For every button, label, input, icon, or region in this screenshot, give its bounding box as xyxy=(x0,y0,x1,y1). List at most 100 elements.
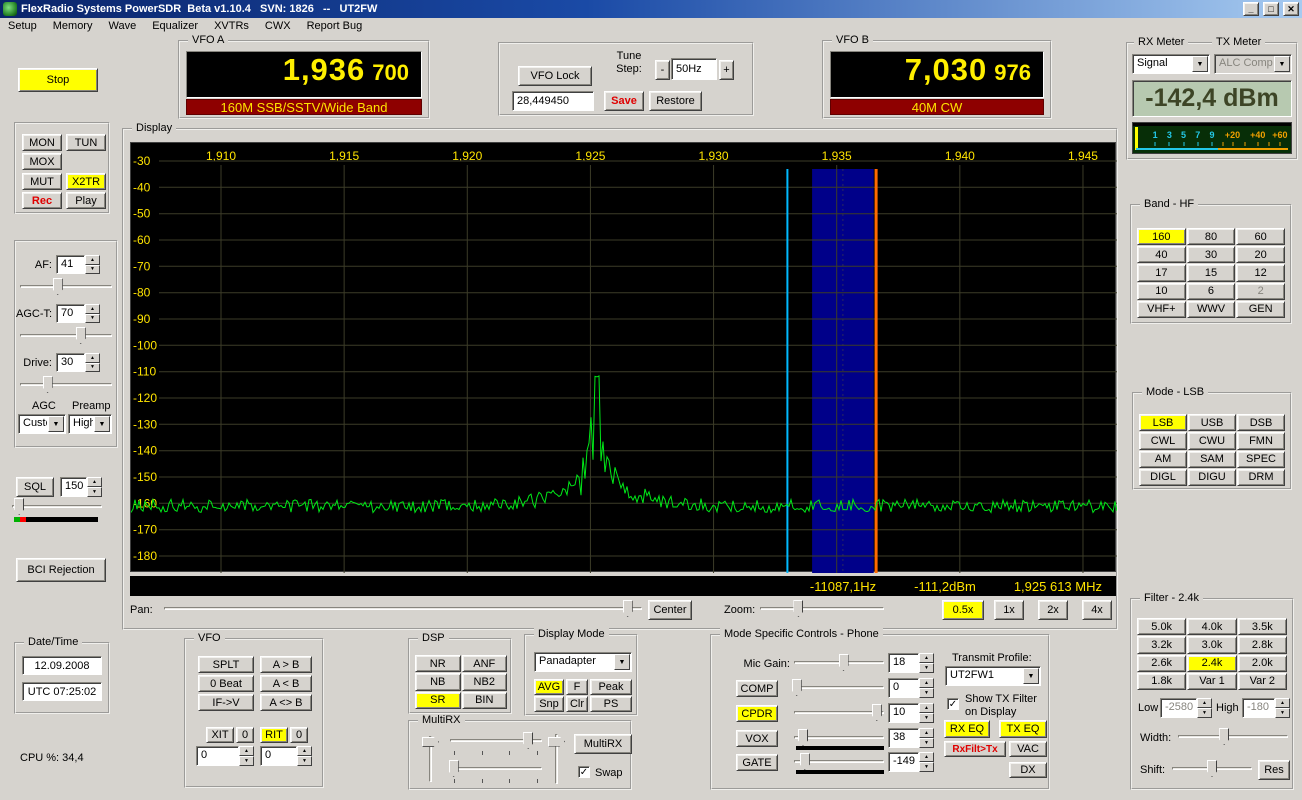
rxfilt-to-tx-button[interactable]: RxFilt>Tx xyxy=(944,741,1006,757)
mode-spec-button[interactable]: SPEC xyxy=(1237,450,1285,468)
chevron-down-icon[interactable]: ▼ xyxy=(1192,56,1208,72)
tx-meter-select[interactable]: ALC Comp ▼ xyxy=(1214,54,1292,74)
if-to-vfo-button[interactable]: IF->V xyxy=(198,694,254,711)
mode-cwl-button[interactable]: CWL xyxy=(1139,432,1187,450)
center-button[interactable]: Center xyxy=(648,600,692,620)
minimize-button[interactable]: _ xyxy=(1243,2,1259,16)
multirx-pan-slider[interactable] xyxy=(422,736,440,782)
band-10-button[interactable]: 10 xyxy=(1137,282,1186,300)
filter-low-arrows[interactable]: ▲ ▼ xyxy=(1197,698,1212,718)
mox-button[interactable]: MOX xyxy=(22,153,62,170)
xit-zero-button[interactable]: 0 xyxy=(236,727,254,743)
rit-stepper[interactable]: 0 ▲ ▼ xyxy=(260,746,312,766)
xit-button[interactable]: XIT xyxy=(206,727,234,743)
filter-3.5k-button[interactable]: 3.5k xyxy=(1237,618,1287,636)
zero-beat-button[interactable]: 0 Beat xyxy=(198,675,254,692)
split-button[interactable]: SPLT xyxy=(198,656,254,673)
mode-drm-button[interactable]: DRM xyxy=(1237,468,1285,486)
zoom-1x-button[interactable]: 1x xyxy=(994,600,1024,620)
zoom-2x-button[interactable]: 2x xyxy=(1038,600,1068,620)
rec-button[interactable]: Rec xyxy=(22,192,62,209)
nb2-button[interactable]: NB2 xyxy=(461,673,507,691)
rit-button[interactable]: RIT xyxy=(260,727,288,743)
band-17-button[interactable]: 17 xyxy=(1137,264,1186,282)
chevron-down-icon[interactable]: ▼ xyxy=(1023,668,1039,684)
x2tr-button[interactable]: X2TR xyxy=(66,173,106,190)
vox-stepper[interactable]: 38 ▲ ▼ xyxy=(888,728,934,748)
nr-button[interactable]: NR xyxy=(415,655,461,673)
vfo-lock-button[interactable]: VFO Lock xyxy=(518,66,592,86)
filter-3.2k-button[interactable]: 3.2k xyxy=(1137,636,1187,654)
band-wwv-button[interactable]: WWV xyxy=(1186,300,1236,318)
peak-button[interactable]: Peak xyxy=(590,679,632,695)
filter-1.8k-button[interactable]: 1.8k xyxy=(1137,672,1187,690)
af-arrows[interactable]: ▲ ▼ xyxy=(85,255,100,274)
drive-stepper[interactable]: 30 ▲ ▼ xyxy=(56,353,100,372)
comp-button[interactable]: COMP xyxy=(736,680,778,697)
band-15-button[interactable]: 15 xyxy=(1186,264,1236,282)
band-6-button[interactable]: 6 xyxy=(1186,282,1236,300)
bci-rejection-button[interactable]: BCI Rejection xyxy=(16,558,106,582)
agc-select[interactable]: Custc▼ xyxy=(18,414,66,434)
filter-2.8k-button[interactable]: 2.8k xyxy=(1237,636,1287,654)
chevron-down-icon[interactable]: ▼ xyxy=(94,416,110,432)
maximize-button[interactable]: □ xyxy=(1263,2,1279,16)
mode-digu-button[interactable]: DIGU xyxy=(1188,468,1236,486)
sql-arrows[interactable]: ▲ ▼ xyxy=(87,477,102,497)
comp-stepper[interactable]: 0 ▲ ▼ xyxy=(888,678,934,698)
anf-button[interactable]: ANF xyxy=(461,655,507,673)
freeze-button[interactable]: F xyxy=(566,679,588,695)
display-mode-select[interactable]: Panadapter ▼ xyxy=(534,652,632,672)
multirx-pan2-slider[interactable] xyxy=(448,760,542,778)
agct-slider[interactable] xyxy=(20,327,112,345)
mode-sam-button[interactable]: SAM xyxy=(1188,450,1236,468)
multirx-balance-slider[interactable] xyxy=(548,734,566,784)
sql-stepper[interactable]: 150 ▲ ▼ xyxy=(60,477,102,497)
zoom-0.5x-button[interactable]: 0.5x xyxy=(942,600,984,620)
zoom-4x-button[interactable]: 4x xyxy=(1082,600,1112,620)
comp-arrows[interactable]: ▲ ▼ xyxy=(919,678,934,698)
rit-arrows[interactable]: ▲ ▼ xyxy=(297,746,312,766)
xit-arrows[interactable]: ▲ ▼ xyxy=(239,746,254,766)
mode-am-button[interactable]: AM xyxy=(1139,450,1187,468)
filter-2.6k-button[interactable]: 2.6k xyxy=(1137,654,1187,672)
xit-stepper[interactable]: 0 ▲ ▼ xyxy=(196,746,254,766)
mic-gain-stepper[interactable]: 18 ▲ ▼ xyxy=(888,653,934,673)
band-12-button[interactable]: 12 xyxy=(1236,264,1285,282)
pan-slider[interactable] xyxy=(164,600,642,618)
filter-var1-button[interactable]: Var 1 xyxy=(1187,672,1237,690)
mode-lsb-button[interactable]: LSB xyxy=(1139,414,1187,432)
menu-setup[interactable]: Setup xyxy=(0,19,45,34)
play-button[interactable]: Play xyxy=(66,192,106,209)
vfo-b-frequency-display[interactable]: 7,030 976 xyxy=(830,51,1044,98)
restore-button[interactable]: Restore xyxy=(649,91,702,111)
vfo-a-frequency-display[interactable]: 1,936 700 xyxy=(186,51,422,98)
drive-slider[interactable] xyxy=(20,376,112,394)
band-2-button[interactable]: 2 xyxy=(1236,282,1285,300)
mode-dsb-button[interactable]: DSB xyxy=(1237,414,1285,432)
band-160-button[interactable]: 160 xyxy=(1137,228,1186,246)
multirx-button[interactable]: MultiRX xyxy=(574,734,632,754)
filter-var2-button[interactable]: Var 2 xyxy=(1237,672,1287,690)
filter-2.0k-button[interactable]: 2.0k xyxy=(1237,654,1287,672)
filter-5.0k-button[interactable]: 5.0k xyxy=(1137,618,1187,636)
agct-arrows[interactable]: ▲ ▼ xyxy=(85,304,100,323)
snap-button[interactable]: Snp xyxy=(534,696,564,712)
rx-meter-select[interactable]: Signal ▼ xyxy=(1132,54,1210,74)
dx-button[interactable]: DX xyxy=(1009,762,1047,778)
filter-width-slider[interactable] xyxy=(1178,728,1288,746)
gate-button[interactable]: GATE xyxy=(736,754,778,771)
save-button[interactable]: Save xyxy=(604,91,644,111)
cpdr-slider[interactable] xyxy=(794,704,884,722)
stop-button[interactable]: Stop xyxy=(18,68,98,92)
comp-slider[interactable] xyxy=(791,679,884,697)
tun-button[interactable]: TUN xyxy=(66,134,106,151)
agct-stepper[interactable]: 70 ▲ ▼ xyxy=(56,304,100,323)
band-60-button[interactable]: 60 xyxy=(1236,228,1285,246)
chevron-down-icon[interactable]: ▼ xyxy=(1274,56,1290,72)
filter-3.0k-button[interactable]: 3.0k xyxy=(1187,636,1237,654)
zoom-slider[interactable] xyxy=(760,600,884,618)
filter-4.0k-button[interactable]: 4.0k xyxy=(1187,618,1237,636)
chevron-down-icon[interactable]: ▼ xyxy=(48,416,64,432)
rit-zero-button[interactable]: 0 xyxy=(290,727,308,743)
